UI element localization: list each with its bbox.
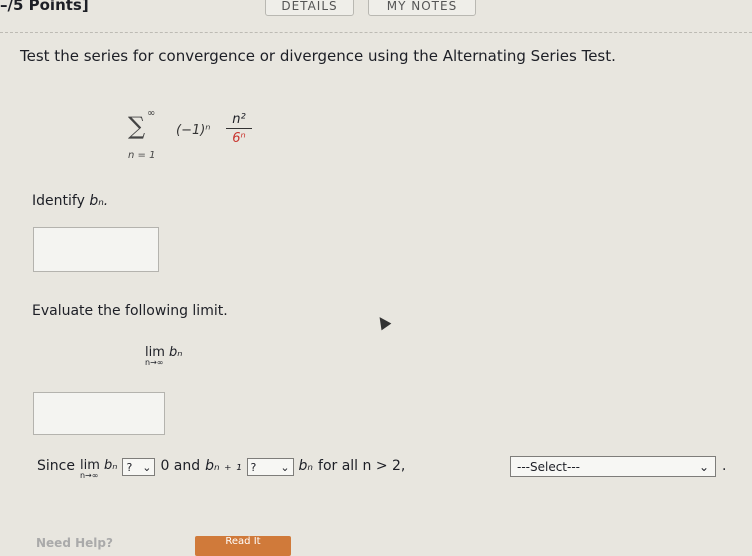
select2-value: ? [250, 460, 257, 474]
since-limit: lim bₙ n→∞ [80, 458, 117, 480]
read-it-button[interactable]: Read It [195, 536, 291, 556]
my-notes-button[interactable]: MY NOTES [368, 0, 476, 16]
fraction-numerator: n² [226, 112, 252, 129]
alternating-term: (−1)ⁿ [176, 123, 211, 138]
mouse-cursor-icon [374, 313, 392, 331]
need-help-label: Need Help? [36, 536, 113, 550]
bn-text: bₙ [298, 458, 314, 474]
header-divider [0, 32, 752, 33]
limit-comparison-select[interactable]: ? ⌄ [122, 458, 156, 476]
select1-value: ? [126, 460, 133, 474]
since-label: Since [37, 458, 75, 474]
limit-var: bₙ [169, 345, 183, 360]
zero-and-text: 0 and [160, 458, 201, 474]
since-lim-sub: n→∞ [79, 471, 99, 480]
identify-label: Identify bₙ. [32, 193, 108, 209]
fraction-denominator: 6ⁿ [232, 131, 246, 146]
evaluate-label: Evaluate the following limit. [32, 303, 228, 319]
identify-text: Identify [32, 193, 85, 209]
chevron-down-icon: ⌄ [280, 460, 290, 474]
identify-answer-input[interactable] [33, 227, 159, 272]
conclusion-select-value: ---Select--- [517, 459, 580, 474]
sum-lower-limit: n = 1 [128, 150, 156, 161]
limit-expression: lim bₙ n→∞ [145, 345, 182, 367]
for-all-text: for all n > 2, [318, 458, 406, 474]
chevron-down-icon: ⌄ [698, 459, 709, 474]
sequence-comparison-select[interactable]: ? ⌄ [246, 458, 294, 476]
sigma-symbol: ∑ [128, 112, 146, 140]
details-button[interactable]: DETAILS [265, 0, 354, 16]
conclusion-select[interactable]: ---Select--- ⌄ [510, 456, 716, 477]
sum-upper-limit: ∞ [147, 108, 156, 119]
series-fraction: n² 6ⁿ [226, 112, 252, 146]
question-prompt: Test the series for convergence or diver… [20, 47, 616, 65]
chevron-down-icon: ⌄ [142, 460, 152, 474]
limit-answer-input[interactable] [33, 392, 165, 435]
period-text: . [722, 458, 727, 474]
since-statement: Since lim bₙ n→∞ ? ⌄ 0 and bₙ ₊ ₁ ? ⌄ bₙ… [37, 458, 405, 480]
bn-plus-one: bₙ ₊ ₁ [205, 458, 242, 474]
identify-var: bₙ. [89, 193, 109, 209]
points-label: –/5 Points] [0, 0, 89, 14]
